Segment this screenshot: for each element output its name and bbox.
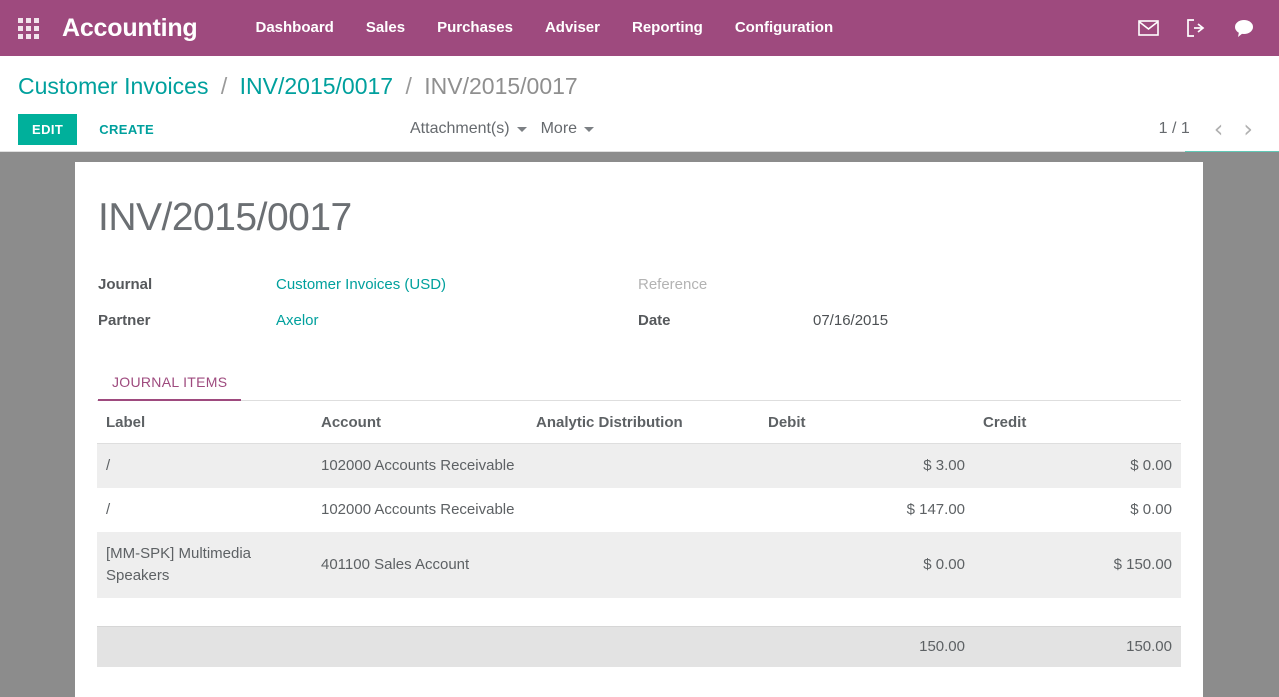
menu-item-purchases[interactable]: Purchases [421,0,529,56]
record-sheet: INV/2015/0017 Journal Customer Invoices … [75,162,1203,697]
breadcrumb-item-parent-record[interactable]: INV/2015/0017 [240,73,393,99]
attachments-dropdown[interactable]: Attachment(s) [410,120,527,138]
column-header-debit[interactable]: Debit [759,401,974,444]
menu-item-configuration[interactable]: Configuration [719,0,849,56]
control-panel-buttons: EDIT CREATE Attachment(s) More 1 / 1 ‹ › [0,108,1279,150]
cell-analytic [527,488,759,532]
attachments-dropdown-label: Attachment(s) [410,120,510,138]
apps-menu-button[interactable] [0,0,56,56]
breadcrumb-item-customer-invoices[interactable]: Customer Invoices [18,73,208,99]
app-brand-title[interactable]: Accounting [62,14,198,43]
apps-grid-icon [18,18,39,39]
cell-account: 102000 Accounts Receivable [312,444,527,489]
cell-analytic [527,444,759,489]
create-button[interactable]: CREATE [85,114,168,145]
edit-button[interactable]: EDIT [18,114,77,145]
cell-account: 401100 Sales Account [312,532,527,598]
field-label-journal: Journal [98,274,276,296]
column-header-account[interactable]: Account [312,401,527,444]
pager-next-icon[interactable]: › [1235,119,1261,139]
notebook-tabs: JOURNAL ITEMS [97,366,1181,401]
cell-label: / [97,444,312,489]
table-row[interactable]: / 102000 Accounts Receivable $ 3.00 $ 0.… [97,444,1181,489]
menu-item-dashboard[interactable]: Dashboard [240,0,350,56]
record-fields: Journal Customer Invoices (USD) Referenc… [97,274,1181,332]
cell-debit: $ 147.00 [759,488,974,532]
totals-cell-credit: 150.00 [974,626,1181,667]
navbar-actions [1137,17,1261,39]
tab-journal-items[interactable]: JOURNAL ITEMS [98,366,241,401]
column-header-label[interactable]: Label [97,401,312,444]
control-panel-dropdowns: Attachment(s) More [410,120,594,138]
table-totals-row: 150.00 150.00 [97,626,1181,667]
cell-analytic [527,532,759,598]
breadcrumb-item-current-record: INV/2015/0017 [424,73,577,99]
chat-icon[interactable] [1233,17,1255,39]
column-header-analytic-distribution[interactable]: Analytic Distribution [527,401,759,444]
breadcrumb-separator-1: / [221,73,227,99]
more-dropdown[interactable]: More [541,120,594,138]
cell-debit: $ 0.00 [759,532,974,598]
cell-debit: $ 3.00 [759,444,974,489]
menu-item-adviser[interactable]: Adviser [529,0,616,56]
totals-cell-analytic [527,626,759,667]
cell-label: [MM-SPK] Multimedia Speakers [97,532,312,598]
more-dropdown-label: More [541,120,577,138]
table-header-row: Label Account Analytic Distribution Debi… [97,401,1181,444]
column-header-credit[interactable]: Credit [974,401,1181,444]
totals-cell-label [97,626,312,667]
menu-item-sales[interactable]: Sales [350,0,421,56]
breadcrumb: Customer Invoices / INV/2015/0017 / INV/… [0,56,1279,108]
control-panel: Customer Invoices / INV/2015/0017 / INV/… [0,56,1279,152]
main-menu: Dashboard Sales Purchases Adviser Report… [240,0,850,56]
totals-cell-debit: 150.00 [759,626,974,667]
field-label-partner: Partner [98,310,276,332]
journal-items-table: Label Account Analytic Distribution Debi… [97,401,1181,667]
page-title: INV/2015/0017 [97,196,1181,240]
cell-credit: $ 0.00 [974,444,1181,489]
field-value-reference [813,274,1181,296]
field-value-partner[interactable]: Axelor [276,310,638,332]
cell-account: 102000 Accounts Receivable [312,488,527,532]
field-value-journal[interactable]: Customer Invoices (USD) [276,274,638,296]
cell-credit: $ 150.00 [974,532,1181,598]
chevron-down-icon [584,127,594,132]
cell-credit: $ 0.00 [974,488,1181,532]
cell-label: / [97,488,312,532]
table-row[interactable]: [MM-SPK] Multimedia Speakers 401100 Sale… [97,532,1181,598]
field-label-reference: Reference [638,274,813,296]
form-viewport: INV/2015/0017 Journal Customer Invoices … [0,152,1279,697]
logout-icon[interactable] [1185,17,1207,39]
field-value-date: 07/16/2015 [813,310,1181,332]
pager-previous-icon[interactable]: ‹ [1206,119,1232,139]
totals-cell-account [312,626,527,667]
table-row[interactable]: / 102000 Accounts Receivable $ 147.00 $ … [97,488,1181,532]
chevron-down-icon [517,127,527,132]
top-navbar: Accounting Dashboard Sales Purchases Adv… [0,0,1279,56]
table-spacer-row [97,598,1181,626]
breadcrumb-separator-2: / [405,73,411,99]
mail-icon[interactable] [1137,17,1159,39]
menu-item-reporting[interactable]: Reporting [616,0,719,56]
field-label-date: Date [638,310,813,332]
record-pager: 1 / 1 ‹ › [1159,119,1261,139]
pager-counter: 1 / 1 [1159,120,1190,138]
